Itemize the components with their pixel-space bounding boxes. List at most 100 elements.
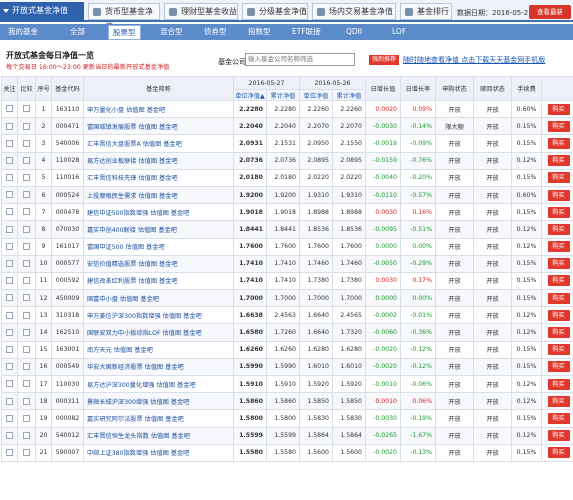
fund-code[interactable]: 163001 (51, 340, 84, 359)
filter-qdii[interactable]: QDII (346, 24, 362, 40)
buy-button[interactable]: 购买 (547, 120, 570, 132)
follow-checkbox[interactable] (6, 242, 13, 250)
buy-button[interactable]: 购买 (547, 395, 570, 407)
follow-checkbox[interactable] (6, 174, 13, 182)
compare-checkbox[interactable] (23, 277, 30, 285)
fund-name-link[interactable]: 嘉实研究阿尔法股票 估值图 基金吧 (83, 409, 234, 428)
compare-checkbox[interactable] (23, 242, 30, 250)
tab-exchange-fund[interactable]: 场内交易基金净值 (312, 3, 396, 20)
filter-hybrid[interactable]: 混合型 (160, 24, 183, 40)
fund-name-link[interactable]: 富国中证500 估值图 基金吧 (83, 237, 234, 256)
fund-name-link[interactable]: 景顺长城沪深300增强 估值图 基金吧 (83, 392, 234, 411)
buy-button[interactable]: 购买 (547, 223, 570, 235)
fund-name-link[interactable]: 嘉实中创400联接 估值图 基金吧 (83, 220, 234, 239)
compare-checkbox[interactable] (23, 105, 30, 113)
follow-checkbox[interactable] (6, 449, 13, 457)
follow-checkbox[interactable] (6, 363, 13, 371)
follow-checkbox[interactable] (6, 397, 13, 405)
tab-money-fund[interactable]: 货币型基金净值 (88, 3, 160, 31)
buy-button[interactable]: 购买 (547, 172, 570, 184)
fund-code[interactable]: 000549 (51, 357, 84, 377)
follow-checkbox[interactable] (6, 208, 13, 216)
fund-name-link[interactable]: 建信改革红利股票 估值图 基金吧 (83, 271, 234, 291)
buy-button[interactable]: 购买 (547, 309, 570, 321)
compare-checkbox[interactable] (23, 414, 30, 422)
buy-button[interactable]: 购买 (547, 430, 570, 442)
fund-name-link[interactable]: 申万菱信沪深300指数增强 估值图 基金吧 (83, 306, 234, 325)
buy-button[interactable]: 购买 (547, 412, 570, 424)
fund-name-link[interactable]: 富国城镇发展股票 估值图 基金吧 (83, 117, 234, 136)
follow-checkbox[interactable] (6, 345, 13, 353)
follow-checkbox[interactable] (6, 311, 13, 319)
compare-checkbox[interactable] (23, 225, 30, 233)
buy-button[interactable]: 购买 (547, 361, 570, 373)
buy-button[interactable]: 购买 (547, 155, 570, 167)
col-acc-nav-2[interactable]: 累计净值 (332, 89, 366, 101)
fund-name-link[interactable]: 汇丰晋信大盘股票A 估值图 基金吧 (83, 134, 234, 153)
fund-code[interactable]: 110028 (51, 151, 84, 170)
fund-code[interactable]: 310318 (51, 306, 84, 325)
follow-checkbox[interactable] (6, 277, 13, 285)
filter-etf-link[interactable]: ETF联接 (292, 24, 321, 40)
compare-checkbox[interactable] (23, 449, 30, 457)
buy-button[interactable]: 购买 (547, 327, 570, 339)
fund-name-link[interactable]: 国富中小盘 估值图 基金吧 (83, 289, 234, 308)
fund-code[interactable]: 590007 (51, 443, 84, 462)
col-daily-growth[interactable]: 日增长值 (365, 76, 401, 101)
fund-name-link[interactable]: 南方天元 估值图 基金吧 (83, 340, 234, 359)
fund-name-link[interactable]: 中邮上证380指数增强 估值图 基金吧 (83, 443, 234, 462)
fund-code[interactable]: 162510 (51, 323, 84, 342)
fund-name-link[interactable]: 安信价值精选股票 估值图 基金吧 (83, 254, 234, 273)
view-latest-button[interactable]: 查看最新 (529, 5, 571, 19)
compare-checkbox[interactable] (23, 345, 30, 353)
my-funds-link[interactable]: 我的基金 (8, 24, 38, 40)
buy-button[interactable]: 购买 (547, 378, 570, 390)
follow-checkbox[interactable] (6, 191, 13, 199)
compare-checkbox[interactable] (23, 363, 30, 371)
buy-button[interactable]: 购买 (547, 206, 570, 218)
compare-checkbox[interactable] (23, 311, 30, 319)
fund-code[interactable]: 000577 (51, 254, 84, 273)
col-acc-nav-1[interactable]: 累计净值 (266, 89, 300, 101)
fund-name-link[interactable]: 上投摩根民生需求 估值图 基金吧 (83, 185, 234, 205)
compare-checkbox[interactable] (23, 139, 30, 147)
fund-code[interactable]: 163110 (51, 99, 84, 119)
follow-checkbox[interactable] (6, 156, 13, 164)
compare-checkbox[interactable] (23, 208, 30, 216)
fund-code[interactable]: 540006 (51, 134, 84, 153)
fund-name-link[interactable]: 华安大国新经济股票 估值图 基金吧 (83, 357, 234, 377)
follow-checkbox[interactable] (6, 380, 13, 388)
filter-all[interactable]: 全部 (70, 24, 85, 40)
compare-checkbox[interactable] (23, 294, 30, 302)
follow-checkbox[interactable] (6, 122, 13, 130)
fund-name-link[interactable]: 易方达沪深300量化增强 估值图 基金吧 (83, 374, 234, 394)
col-unit-nav-1[interactable]: 单位净值▲ (233, 89, 267, 101)
fund-code[interactable]: 070030 (51, 220, 84, 239)
fund-code[interactable]: 000082 (51, 409, 84, 428)
buy-button[interactable]: 购买 (547, 103, 570, 115)
compare-checkbox[interactable] (23, 260, 30, 268)
filter-index[interactable]: 指数型 (248, 24, 271, 40)
buy-button[interactable]: 购买 (547, 189, 570, 201)
fund-code[interactable]: 000592 (51, 271, 84, 291)
compare-checkbox[interactable] (23, 328, 30, 336)
buy-button[interactable]: 购买 (547, 275, 570, 287)
follow-checkbox[interactable] (6, 294, 13, 302)
buy-button[interactable]: 购买 (547, 344, 570, 356)
compare-checkbox[interactable] (23, 174, 30, 182)
buy-button[interactable]: 购买 (547, 292, 570, 304)
tab-graded-fund[interactable]: 分级基金净值 (242, 3, 308, 20)
follow-checkbox[interactable] (6, 431, 13, 439)
tab-fund-ranking[interactable]: 基金排行 (400, 3, 452, 20)
tab-wealth-fund[interactable]: 理财型基金收益 (164, 3, 238, 20)
fund-code[interactable]: 000478 (51, 203, 84, 222)
compare-checkbox[interactable] (23, 156, 30, 164)
fund-code[interactable]: 161017 (51, 237, 84, 256)
col-unit-nav-2[interactable]: 单位净值 (299, 89, 333, 101)
compare-checkbox[interactable] (23, 380, 30, 388)
follow-checkbox[interactable] (6, 260, 13, 268)
filter-stock[interactable]: 股票型 (108, 25, 141, 40)
tab-open-fund-nav[interactable]: 开放式基金净值 (0, 2, 84, 22)
filter-lof[interactable]: LOF (392, 24, 406, 40)
compare-checkbox[interactable] (23, 122, 30, 130)
